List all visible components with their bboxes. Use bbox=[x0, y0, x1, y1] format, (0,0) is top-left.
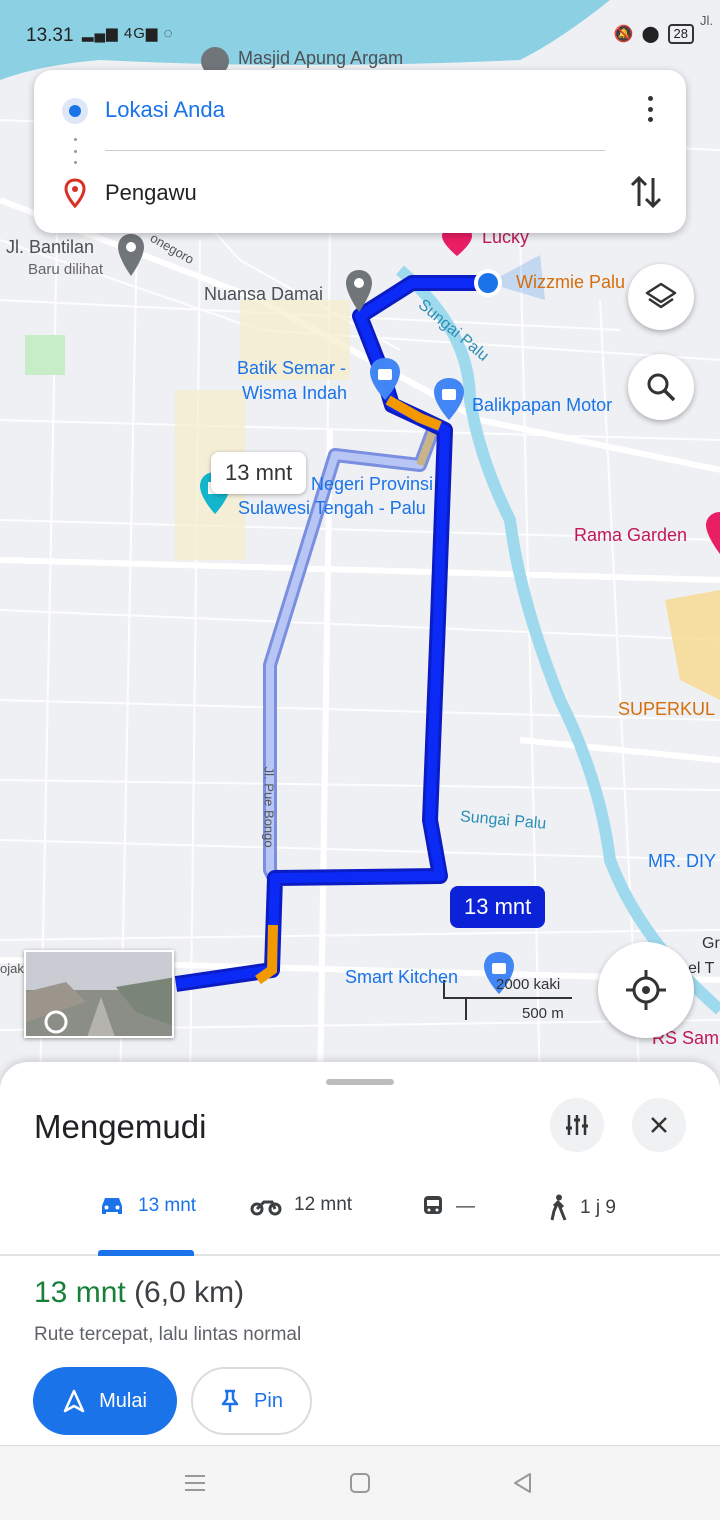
field-divider bbox=[105, 150, 605, 151]
battery-indicator: 28 bbox=[667, 24, 694, 44]
destination-field[interactable]: Pengawu bbox=[105, 180, 197, 206]
directions-card: Lokasi Anda Pengawu bbox=[34, 70, 686, 233]
travel-mode-tabs: 13 mnt 12 mnt — 1 j 9 bbox=[0, 1182, 720, 1256]
tab-walking-label: 1 j 9 bbox=[580, 1197, 616, 1218]
tab-transit-label: — bbox=[456, 1196, 475, 1217]
start-label: Mulai bbox=[99, 1389, 147, 1412]
transit-icon bbox=[424, 1196, 442, 1214]
eta-time: 13 mnt bbox=[34, 1276, 126, 1309]
car-icon bbox=[102, 1198, 122, 1214]
crosshair-icon bbox=[626, 970, 666, 1010]
back-icon[interactable] bbox=[510, 1470, 536, 1496]
home-icon[interactable] bbox=[347, 1470, 373, 1496]
poi-negeri-provinsi[interactable]: n Negeri Provinsi bbox=[296, 474, 433, 495]
system-nav-bar bbox=[0, 1445, 720, 1520]
poi-mr-diy[interactable]: MR. DIY bbox=[648, 851, 716, 872]
route-eta: 13 mnt (6,0 km) bbox=[34, 1276, 244, 1310]
tab-walking[interactable]: 1 j 9 bbox=[548, 1194, 616, 1222]
start-navigation-button[interactable]: Mulai bbox=[33, 1367, 177, 1435]
poi-balikpapan-motor[interactable]: Balikpapan Motor bbox=[472, 395, 612, 416]
tune-icon bbox=[566, 1115, 588, 1135]
poi-wizzmie[interactable]: Wizzmie Palu bbox=[516, 272, 625, 293]
tab-motorcycle[interactable]: 12 mnt bbox=[250, 1194, 352, 1216]
swap-icon[interactable] bbox=[628, 172, 664, 212]
search-along-route-button[interactable] bbox=[628, 354, 694, 420]
pin-label: Pin bbox=[254, 1389, 283, 1412]
status-time: 13.31 bbox=[26, 25, 74, 46]
more-options-button[interactable] bbox=[636, 92, 664, 126]
poi-superkul[interactable]: SUPERKUL bbox=[618, 699, 715, 720]
poi-smart-kitchen[interactable]: Smart Kitchen bbox=[345, 967, 458, 988]
origin-dot-icon bbox=[62, 98, 88, 124]
location-pin-icon[interactable] bbox=[344, 268, 374, 314]
street-pue-bongo: Jl. Pue Bongo bbox=[261, 766, 277, 848]
origin-field[interactable]: Lokasi Anda bbox=[105, 97, 225, 123]
map-view[interactable]: 13.31 ▂▄▆ 4G▆ ◌ 🔕 ⬤ 28 Masjid Apung Arga… bbox=[0, 0, 720, 1090]
poi-nuansa-damai[interactable]: Nuansa Damai bbox=[204, 284, 323, 305]
poi-masjid[interactable]: Masjid Apung Argam bbox=[238, 48, 403, 69]
street-jl-corner: Jl. bbox=[700, 13, 713, 28]
poi-sulawesi-tengah[interactable]: Sulawesi Tengah - Palu bbox=[238, 498, 426, 519]
poi-bantilan[interactable]: Jl. Bantilan bbox=[6, 237, 94, 258]
shopping-pin-icon[interactable] bbox=[432, 376, 466, 422]
sheet-drag-handle[interactable] bbox=[326, 1079, 394, 1085]
location-pin-icon[interactable] bbox=[116, 232, 146, 278]
close-button[interactable] bbox=[632, 1098, 686, 1152]
route-dots-icon bbox=[74, 138, 78, 164]
destination-pin-icon bbox=[64, 178, 86, 208]
layers-button[interactable] bbox=[628, 264, 694, 330]
poi-wisma-indah[interactable]: Wisma Indah bbox=[242, 383, 347, 404]
navigation-arrow-icon bbox=[63, 1389, 85, 1413]
search-icon bbox=[647, 373, 676, 402]
poi-rama-garden[interactable]: Rama Garden bbox=[574, 525, 687, 546]
scale-imperial: 2000 kaki bbox=[496, 976, 561, 993]
poi-gr[interactable]: Gr bbox=[702, 935, 720, 953]
pink-pin-icon[interactable] bbox=[706, 510, 720, 556]
pin-button[interactable]: Pin bbox=[191, 1367, 312, 1435]
poi-batik-semar[interactable]: Batik Semar - bbox=[237, 358, 346, 379]
tab-driving[interactable]: 13 mnt bbox=[98, 1194, 196, 1218]
close-icon bbox=[651, 1117, 667, 1133]
shopping-pin-icon[interactable] bbox=[368, 356, 402, 402]
motorcycle-icon bbox=[250, 1200, 282, 1216]
my-location-button[interactable] bbox=[598, 942, 694, 1038]
street-view-image bbox=[26, 952, 172, 1036]
route-options-button[interactable] bbox=[550, 1098, 604, 1152]
menu-icon[interactable] bbox=[182, 1470, 208, 1496]
walk-icon bbox=[550, 1194, 567, 1221]
street-ojak: ojak bbox=[0, 961, 24, 976]
directions-sheet: Mengemudi 13 mnt 12 mnt — 1 j 9 13 mnt (… bbox=[0, 1062, 720, 1445]
pin-icon bbox=[221, 1389, 239, 1412]
main-route-time-bubble[interactable]: 13 mnt bbox=[450, 886, 546, 928]
tab-transit[interactable]: — bbox=[422, 1194, 475, 1220]
alt-route-time-bubble[interactable]: 13 mnt bbox=[211, 452, 307, 494]
scale-metric: 500 m bbox=[522, 1005, 564, 1022]
recently-viewed-label: Baru dilihat bbox=[28, 261, 104, 278]
tab-motorcycle-label: 12 mnt bbox=[294, 1194, 353, 1215]
layers-icon bbox=[645, 282, 677, 309]
street-view-thumbnail[interactable] bbox=[24, 950, 174, 1038]
tab-driving-label: 13 mnt bbox=[138, 1195, 197, 1216]
mute-icon: 🔕 bbox=[613, 26, 634, 43]
network-type: 4G bbox=[123, 25, 146, 42]
route-description: Rute tercepat, lalu lintas normal bbox=[34, 1324, 302, 1345]
active-tab-indicator bbox=[98, 1250, 194, 1256]
eta-distance: (6,0 km) bbox=[134, 1276, 245, 1309]
travel-mode-title: Mengemudi bbox=[34, 1108, 207, 1145]
status-right: 🔕 ⬤ 28 bbox=[614, 24, 694, 44]
signal-icon: ▂▄▆ 4G▆ ◌ bbox=[82, 25, 174, 42]
location-status-icon: ⬤ bbox=[641, 26, 660, 43]
